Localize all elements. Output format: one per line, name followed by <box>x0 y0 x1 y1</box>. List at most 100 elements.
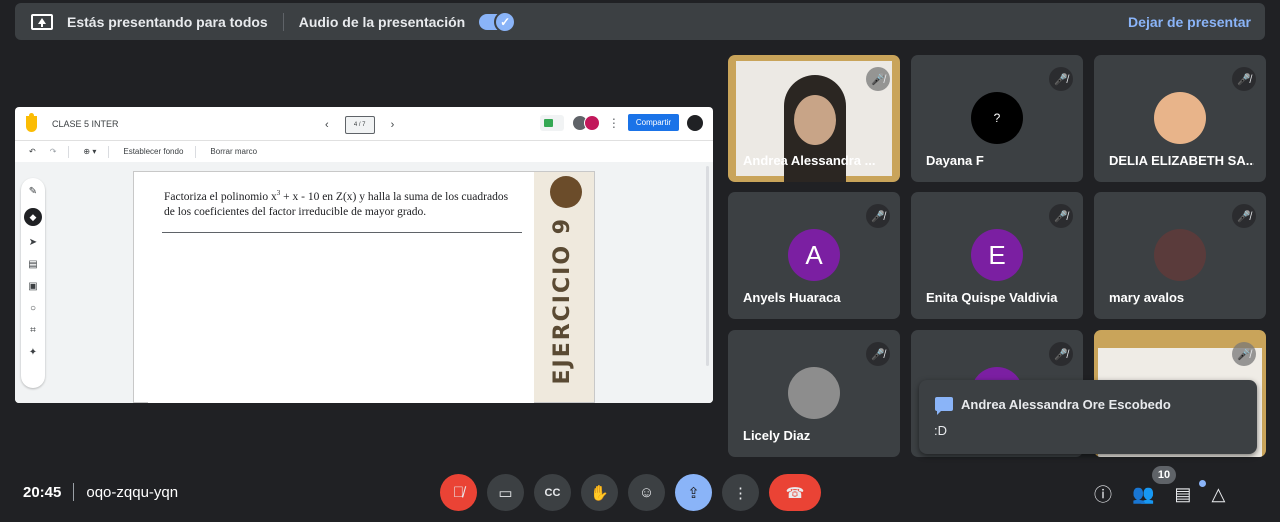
mic-off-icon: 🎤̸ <box>866 67 890 91</box>
participant-name: Enita Quispe Valdivia <box>926 290 1058 305</box>
info-icon[interactable]: ⓘ <box>1094 481 1112 507</box>
reactions-button[interactable]: ☺ <box>628 474 665 511</box>
mic-off-icon: 🎤̸ <box>1232 342 1256 366</box>
audio-label: Audio de la presentación <box>298 13 466 30</box>
meeting-code: oqo-zqqu-yqn <box>86 483 179 501</box>
select-icon[interactable]: ➤ <box>29 237 37 248</box>
presenting-text: Estás presentando para todos <box>67 13 268 30</box>
set-background-button[interactable]: Establecer fondo <box>123 147 183 156</box>
laser-icon[interactable]: ✦ <box>29 347 37 358</box>
divider <box>162 232 522 233</box>
check-icon: ✓ <box>494 10 517 33</box>
more-options-icon[interactable]: ⋮ <box>608 116 620 130</box>
participant-name: Licely Diaz <box>743 428 811 443</box>
divider <box>195 145 197 158</box>
text-box-icon[interactable]: ⌗ <box>30 325 36 336</box>
frame-navigation: ‹ 4 / 7 › <box>325 116 394 134</box>
exercise-banner: EJERCICIO 9 <box>550 217 575 385</box>
presentation-audio-toggle[interactable]: ✓ <box>479 10 517 33</box>
mic-off-icon: 🎤̸ <box>1049 67 1073 91</box>
present-icon: ⇪ <box>687 484 700 502</box>
more-vert-icon: ⋮ <box>733 484 748 502</box>
more-options-button[interactable]: ⋮ <box>722 474 759 511</box>
eraser-icon[interactable]: ◆ <box>24 208 42 226</box>
participant-video <box>794 95 836 145</box>
people-icon[interactable]: 👥 <box>1132 484 1154 505</box>
present-to-all-icon <box>31 13 53 30</box>
hand-icon: ✋ <box>590 484 609 502</box>
paw-logo-icon <box>550 176 582 208</box>
shape-icon[interactable]: ○ <box>30 303 36 314</box>
mic-off-icon: 🎤̸ <box>866 342 890 366</box>
meet-icon[interactable] <box>539 114 564 131</box>
captions-icon: CC <box>544 486 561 499</box>
pen-icon[interactable]: ✎ <box>29 186 37 197</box>
avatar: ? <box>971 92 1023 144</box>
next-frame-icon[interactable]: › <box>391 119 395 131</box>
mic-off-icon: 🎤̸ <box>866 204 890 228</box>
emoji-icon: ☺ <box>638 484 655 501</box>
frame-indicator[interactable]: 4 / 7 <box>344 116 375 134</box>
participant-tile[interactable]: 🎤̸ Andrea Alessandra ... <box>728 55 900 182</box>
mic-toggle-button[interactable]: 🎙̸ <box>440 474 477 511</box>
chat-icon <box>935 397 953 415</box>
participant-name: Dayana F <box>926 153 984 168</box>
scrollbar[interactable] <box>706 166 709 366</box>
participant-tile[interactable]: E 🎤̸ Enita Quispe Valdivia <box>911 192 1083 319</box>
participant-tile[interactable]: 🎤̸ Licely Diaz <box>728 330 900 457</box>
participant-tile[interactable]: 🎤̸ mary avalos <box>1094 192 1266 319</box>
participant-tile[interactable]: 🎤̸ DELIA ELIZABETH SA... <box>1094 55 1266 182</box>
clear-frame-button[interactable]: Borrar marco <box>210 147 257 156</box>
sticky-note-icon[interactable]: ▤ <box>28 259 37 270</box>
stop-presenting-button[interactable]: Dejar de presentar <box>1128 14 1251 30</box>
avatar <box>1154 92 1206 144</box>
divider <box>68 145 70 158</box>
participant-tile[interactable]: ? 🎤̸ Dayana F <box>911 55 1083 182</box>
divider <box>73 483 75 501</box>
avatar: A <box>788 229 840 281</box>
jamboard-title[interactable]: CLASE 5 INTER <box>52 119 119 129</box>
jamboard-actions: ⋮ Compartir <box>539 114 703 131</box>
jamboard-logo-icon <box>26 112 37 132</box>
camera-toggle-button[interactable]: ▭ <box>487 474 524 511</box>
collaborator-avatars <box>571 114 600 131</box>
zoom-icon[interactable]: ⊕ ▾ <box>83 147 96 156</box>
image-icon[interactable]: ▣ <box>28 281 37 292</box>
jamboard-toolbar: ↶ ↷ ⊕ ▾ Establecer fondo Borrar marco <box>15 140 713 162</box>
account-avatar[interactable] <box>687 114 703 131</box>
participant-name: Andrea Alessandra ... <box>743 153 876 168</box>
presenting-banner: Estás presentando para todos Audio de la… <box>15 3 1265 40</box>
chat-message: :D <box>934 423 947 438</box>
chat-sender: Andrea Alessandra Ore Escobedo <box>961 397 1171 412</box>
chat-notification[interactable]: Andrea Alessandra Ore Escobedo :D <box>919 380 1257 454</box>
divider <box>282 12 284 31</box>
chat-icon[interactable]: ▤ <box>1174 484 1191 505</box>
raise-hand-button[interactable]: ✋ <box>581 474 618 511</box>
activities-icon[interactable]: △ <box>1211 484 1225 505</box>
share-button[interactable]: Compartir <box>627 114 679 131</box>
leave-call-button[interactable]: ☎ <box>769 474 821 511</box>
jamboard-canvas: ✎ ◆ ➤ ▤ ▣ ○ ⌗ ✦ EJERCICIO 9 Factoriza el… <box>15 162 713 403</box>
jamboard-header: CLASE 5 INTER ‹ 4 / 7 › ⋮ Compartir <box>15 107 713 140</box>
problem-card[interactable]: Factoriza el polinomio x3 + x - 10 en Z(… <box>148 186 534 403</box>
mic-off-icon: 🎙̸ <box>452 484 465 501</box>
prev-frame-icon[interactable]: ‹ <box>325 119 329 131</box>
participant-tile[interactable]: A 🎤̸ Anyels Huaraca <box>728 192 900 319</box>
avatar <box>788 367 840 419</box>
undo-icon[interactable]: ↶ <box>29 147 36 156</box>
captions-button[interactable]: CC <box>534 474 571 511</box>
redo-icon[interactable]: ↷ <box>50 147 57 156</box>
clock: 20:45 <box>23 483 62 501</box>
participant-name: mary avalos <box>1109 290 1185 305</box>
problem-text: Factoriza el polinomio x3 + x - 10 en Z(… <box>164 189 509 218</box>
present-now-button[interactable]: ⇪ <box>675 474 712 511</box>
avatar <box>1154 229 1206 281</box>
camera-icon: ▭ <box>498 484 513 502</box>
presentation-window: CLASE 5 INTER ‹ 4 / 7 › ⋮ Compartir ↶ ↷ … <box>15 107 713 403</box>
participant-name: DELIA ELIZABETH SA... <box>1109 153 1254 168</box>
participant-name: Anyels Huaraca <box>743 290 841 305</box>
whiteboard-frame[interactable]: EJERCICIO 9 Factoriza el polinomio x3 + … <box>133 171 595 403</box>
mic-off-icon: 🎤̸ <box>1232 204 1256 228</box>
divider <box>108 145 110 158</box>
drawing-tools: ✎ ◆ ➤ ▤ ▣ ○ ⌗ ✦ <box>21 178 45 388</box>
